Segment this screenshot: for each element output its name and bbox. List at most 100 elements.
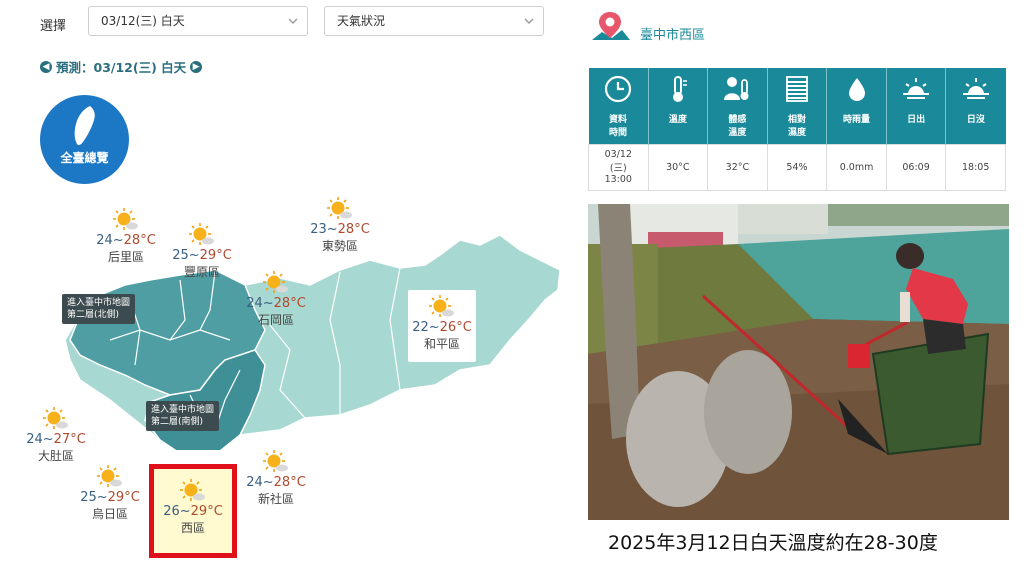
- humidity-icon: [786, 76, 808, 102]
- region-dongshi[interactable]: 23~28°C 東勢區: [300, 196, 380, 254]
- header-temp: 溫度: [648, 68, 709, 144]
- sunny-icon: [113, 208, 138, 230]
- overview-label: 全臺總覽: [60, 151, 109, 165]
- header-sunrise-label: 日出: [907, 115, 926, 125]
- taiwan-overview-button[interactable]: 全臺總覽: [40, 95, 129, 184]
- region-wuri[interactable]: 25~29°C 烏日區: [70, 464, 150, 522]
- sunny-icon: [263, 450, 288, 472]
- wuri-temp-high: 29°C: [107, 490, 140, 505]
- header-time-line1: 資料: [609, 115, 628, 125]
- header-humidity-line1: 相對: [787, 115, 806, 125]
- dadu-temp-low: 24: [26, 432, 43, 447]
- cell-sunset: 18:05: [945, 143, 1006, 191]
- xinshe-temp-low: 24: [246, 475, 263, 490]
- date-select[interactable]: 03/12(三) 白天: [88, 6, 308, 36]
- taiwan-island-icon: [74, 106, 95, 146]
- time-day: (三): [609, 163, 627, 174]
- time-date: 03/12: [604, 149, 632, 160]
- fengyuan-temp-low: 25: [172, 248, 189, 263]
- sunny-icon: [263, 271, 288, 293]
- thermometer-icon: [672, 76, 687, 102]
- schoolyard-photo: [588, 204, 1009, 520]
- houli-temp-high: 28°C: [123, 233, 156, 248]
- forecast-label: 預測：03/12(三) 白天: [56, 60, 187, 75]
- header-humidity-line2: 濕度: [787, 128, 806, 138]
- map-tip-south[interactable]: 進入臺中市地圖 第二層(南側): [146, 401, 220, 431]
- sunny-icon: [180, 479, 205, 501]
- feels-like-icon: [724, 77, 749, 100]
- xinshe-temp-high: 28°C: [273, 475, 306, 490]
- sunny-icon: [43, 407, 68, 429]
- header-sunset: 日沒: [945, 68, 1006, 144]
- map-pin-icon: [592, 12, 630, 40]
- region-heping[interactable]: 22~26°C 和平區: [402, 294, 482, 352]
- wuri-name: 烏日區: [91, 507, 128, 521]
- header-humidity: 相對 濕度: [767, 68, 828, 144]
- tip-south-line2: 第二層(南側): [151, 417, 204, 427]
- region-xinshe[interactable]: 24~28°C 新社區: [236, 449, 316, 507]
- dongshi-temp-high: 28°C: [337, 222, 370, 237]
- cell-temp: 30°C: [647, 143, 709, 191]
- fengyuan-temp-high: 29°C: [199, 248, 232, 263]
- fengyuan-name: 豐原區: [183, 265, 220, 279]
- table-row: 03/12 (三) 13:00 30°C 32°C 54% 0.0mm 06:0…: [588, 143, 1006, 191]
- sunny-icon: [189, 223, 214, 245]
- dongshi-temp-low: 23: [310, 222, 327, 237]
- weather-type-value: 天氣狀況: [337, 14, 386, 28]
- sunset-icon: [962, 78, 989, 99]
- cell-time: 03/12 (三) 13:00: [588, 143, 649, 191]
- header-sunrise: 日出: [886, 68, 947, 144]
- date-select-value: 03/12(三) 白天: [101, 14, 185, 28]
- dongshi-name: 東勢區: [321, 239, 358, 253]
- header-rain-label: 時雨量: [843, 115, 871, 125]
- houli-temp-low: 24: [96, 233, 113, 248]
- wuri-temp-low: 25: [80, 490, 97, 505]
- header-time: 資料 時間: [588, 68, 649, 144]
- header-sunset-label: 日沒: [966, 115, 985, 125]
- observation-table: 資料 時間 溫度 體感 溫度 相對 濕度 時雨量 日出 日沒 03/12 (三)…: [588, 68, 1006, 191]
- location-header: 臺中市西區: [588, 10, 705, 46]
- sunrise-icon: [903, 78, 930, 99]
- header-feels-line2: 溫度: [728, 128, 747, 138]
- region-west[interactable]: 26~29°C 西區: [153, 478, 233, 536]
- header-feels-line1: 體感: [728, 115, 747, 125]
- time-clock: 13:00: [604, 174, 632, 185]
- shigang-name: 石岡區: [257, 313, 294, 327]
- heping-name: 和平區: [423, 337, 460, 351]
- region-houli[interactable]: 24~28°C 后里區: [86, 207, 166, 265]
- weather-type-select[interactable]: 天氣狀況: [324, 6, 544, 36]
- tip-north-line1: 進入臺中市地圖: [67, 298, 131, 308]
- header-temp-label: 溫度: [668, 115, 687, 125]
- heping-temp-low: 22: [412, 320, 429, 335]
- west-temp-high: 29°C: [190, 504, 223, 519]
- cell-rain: 0.0mm: [826, 143, 887, 191]
- forecast-nav: ◀ 預測：03/12(三) 白天 ▶: [40, 57, 203, 76]
- region-fengyuan[interactable]: 25~29°C 豐原區: [162, 222, 242, 280]
- west-temp-low: 26: [163, 504, 180, 519]
- chevron-down-icon: [288, 18, 298, 24]
- chevron-down-icon: [524, 18, 534, 24]
- header-rain: 時雨量: [826, 68, 887, 144]
- region-shigang[interactable]: 24~28°C 石岡區: [236, 270, 316, 328]
- dadu-temp-high: 27°C: [53, 432, 86, 447]
- west-name: 西區: [180, 521, 205, 535]
- houli-name: 后里區: [107, 250, 144, 264]
- map-tip-north[interactable]: 進入臺中市地圖 第二層(北側): [62, 294, 136, 324]
- header-feels: 體感 溫度: [707, 68, 768, 144]
- cell-feels: 32°C: [707, 143, 768, 191]
- photo-caption: 2025年3月12日白天溫度約在28-30度: [608, 532, 938, 554]
- prev-arrow-icon[interactable]: ◀: [40, 60, 52, 73]
- sunny-icon: [327, 197, 352, 219]
- location-name: 臺中市西區: [640, 27, 706, 43]
- region-dadu[interactable]: 24~27°C 大肚區: [16, 406, 96, 464]
- raindrop-icon: [848, 78, 865, 101]
- heping-temp-high: 26°C: [439, 320, 472, 335]
- select-label: 選擇: [40, 19, 67, 34]
- next-arrow-icon[interactable]: ▶: [190, 60, 203, 73]
- sunny-icon: [97, 465, 122, 487]
- clock-icon: [604, 75, 632, 103]
- shigang-temp-high: 28°C: [273, 296, 306, 311]
- shigang-temp-low: 24: [246, 296, 263, 311]
- header-time-line2: 時間: [609, 128, 628, 138]
- dadu-name: 大肚區: [37, 449, 74, 463]
